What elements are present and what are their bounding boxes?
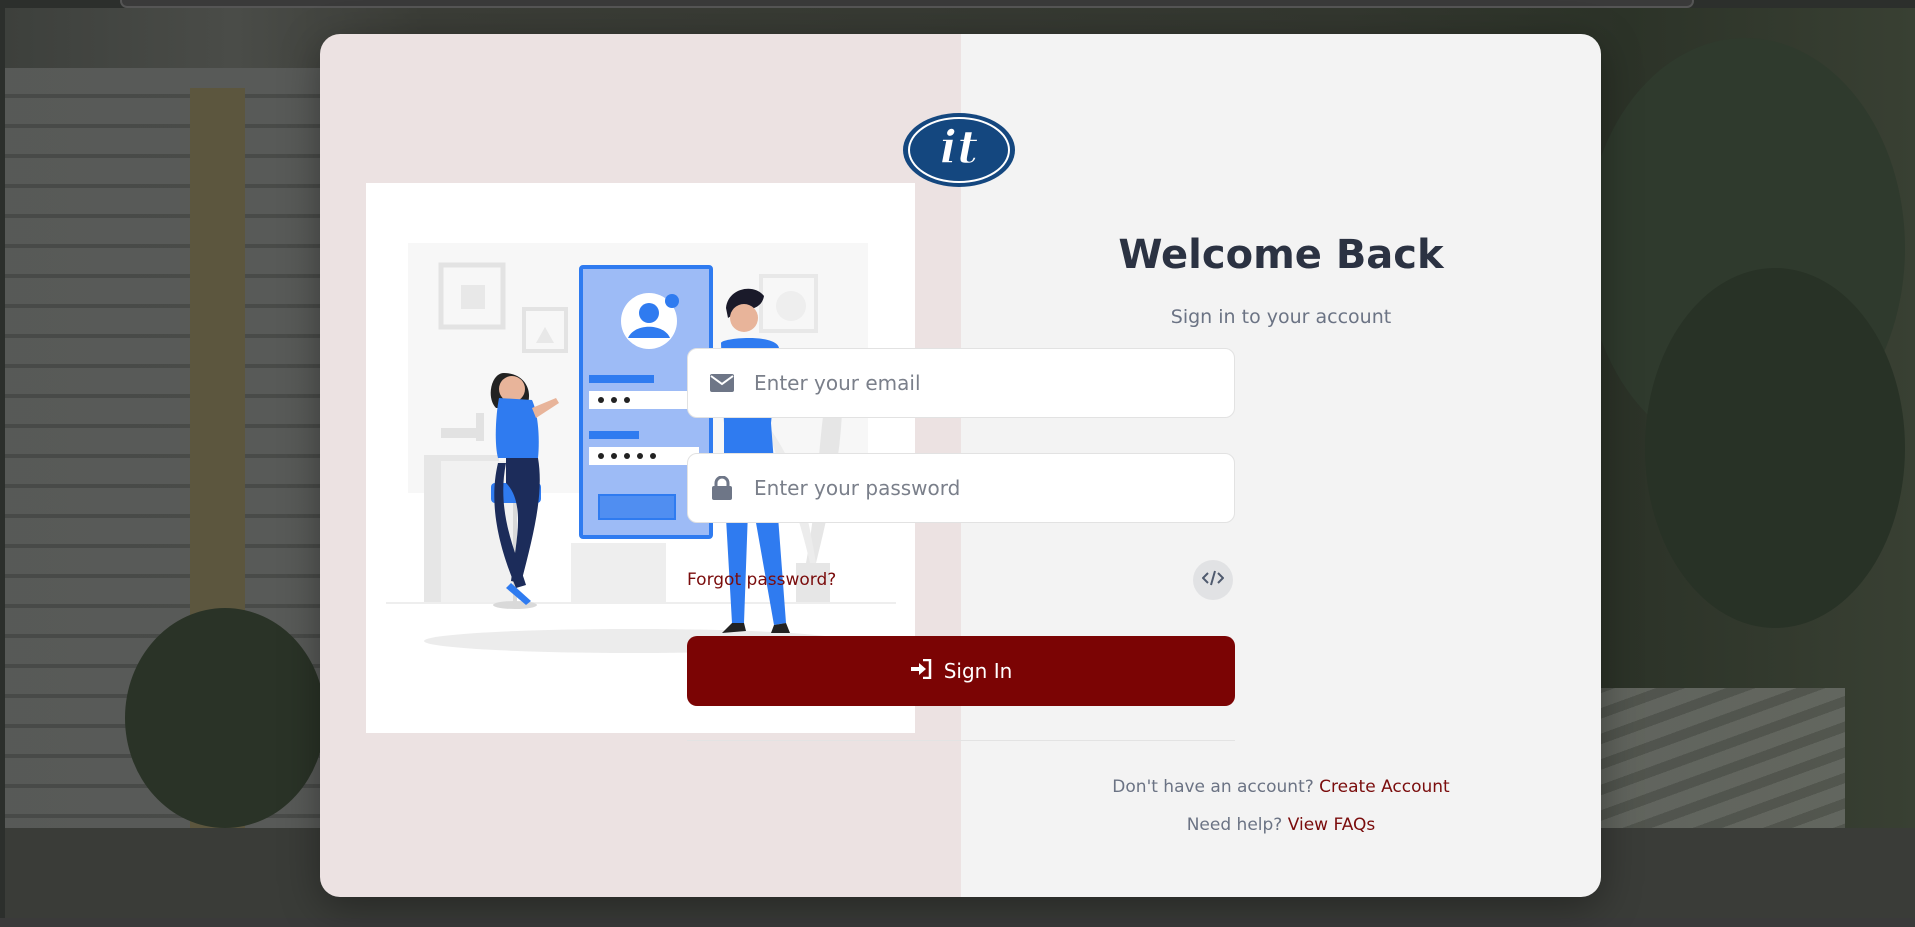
help-text: Need help? bbox=[1186, 815, 1283, 835]
create-account-link[interactable]: Create Account bbox=[1319, 777, 1450, 797]
lock-icon bbox=[708, 474, 736, 502]
developer-toggle-button[interactable] bbox=[1193, 560, 1233, 600]
view-faqs-link[interactable]: View FAQs bbox=[1288, 815, 1376, 835]
page-subtitle: Sign in to your account bbox=[1170, 306, 1392, 328]
it-logo: it bbox=[902, 110, 1016, 190]
background-bush bbox=[125, 608, 325, 828]
password-field bbox=[687, 453, 1235, 523]
email-input[interactable] bbox=[752, 370, 1196, 396]
browser-top-bar bbox=[120, 0, 1694, 8]
window-bottom-edge bbox=[0, 918, 1915, 927]
help-row: Need help? View FAQs bbox=[961, 815, 1601, 835]
code-icon bbox=[1201, 570, 1225, 590]
no-account-text: Don't have an account? bbox=[1112, 777, 1314, 797]
background-tree bbox=[1645, 268, 1905, 628]
create-account-row: Don't have an account? Create Account bbox=[961, 777, 1601, 797]
sign-in-button[interactable]: Sign In bbox=[687, 636, 1235, 706]
sign-in-icon bbox=[910, 658, 932, 684]
password-input[interactable] bbox=[752, 475, 1196, 501]
page-title: Welcome Back bbox=[1118, 232, 1444, 278]
svg-text:it: it bbox=[940, 120, 979, 174]
envelope-icon bbox=[708, 369, 736, 397]
email-field bbox=[687, 348, 1235, 418]
forgot-password-link[interactable]: Forgot password? bbox=[687, 570, 836, 590]
sign-in-label: Sign In bbox=[943, 659, 1013, 683]
form-divider bbox=[687, 740, 1235, 741]
